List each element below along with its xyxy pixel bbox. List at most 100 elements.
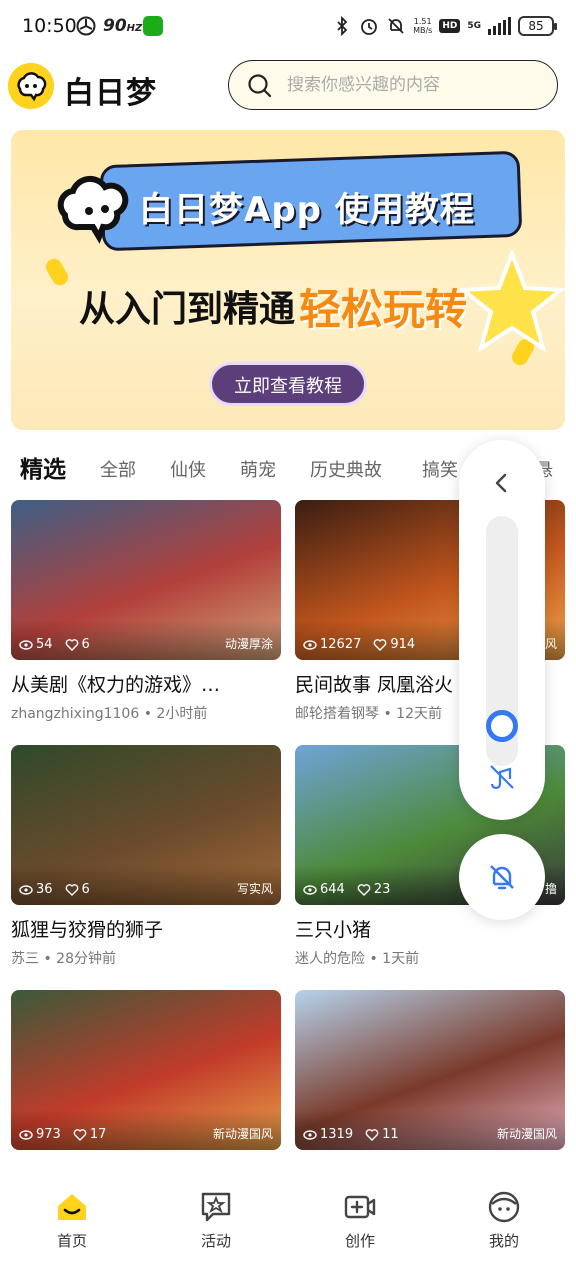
like-count: 6 [65,637,90,652]
net-speed-unit: MB/s [413,26,433,35]
like-count: 914 [373,637,415,652]
tab-pets[interactable]: 萌宠 [240,456,276,482]
card-title[interactable]: 狐狸与狡猾的狮子 [11,915,281,942]
fan-icon [76,16,96,36]
author-name[interactable]: 邮轮搭着钢琴 [295,706,379,722]
nav-activity[interactable]: 活动 [176,1190,256,1251]
style-tag: 新动漫国风 [212,1127,273,1141]
post-time: 12天前 [396,706,442,722]
refresh-rate-value: 90 [103,16,127,36]
net-speed: 1.51 MB/s [413,17,432,35]
post-time: 2小时前 [156,706,208,722]
story-card[interactable]: 54 6 动漫厚涂 从美剧《权力的游戏》… zhangzhixing1106 •… [11,500,281,723]
card-stats: 12627 914 [303,637,415,652]
view-count: 54 [19,637,53,652]
view-count: 1319 [303,1127,353,1142]
signal-icon [488,17,511,35]
view-tutorial-button[interactable]: 立即查看教程 [209,362,367,406]
search-bar[interactable] [228,60,558,110]
style-tag: 风 [544,637,557,651]
status-icons: 1.51 MB/s HD 5G 85 [332,14,557,38]
bluetooth-audio-off-icon[interactable] [487,762,517,792]
decor-dot [43,255,71,289]
banner-title: 白日梦App 使用教程 [139,190,475,230]
app-header: 白日梦 [0,56,576,116]
tab-xianxia[interactable]: 仙侠 [170,456,206,482]
banner-subtitle: 从入门到精通 [79,289,296,330]
promo-banner[interactable]: 白日梦App 使用教程 从入门到精通 轻松玩转 立即查看教程 [11,130,565,430]
app-name: 白日梦 [64,76,157,111]
like-count-value: 6 [81,882,90,897]
app-logo[interactable] [8,63,54,109]
story-card[interactable]: 1319 11 新动漫国风 [295,990,565,1150]
post-time: 1天前 [382,951,420,967]
heart-icon [65,638,78,651]
post-time: 28分钟前 [56,951,116,967]
tab-all[interactable]: 全部 [100,456,136,482]
view-count-value: 54 [36,637,53,652]
like-count: 6 [65,882,90,897]
nav-create-label: 创作 [344,1232,375,1250]
status-bar: 10:50 90HZ 1.51 MB/s HD 5G 85 [0,0,576,54]
author-name[interactable]: 苏三 [11,951,39,967]
card-thumbnail[interactable]: 1319 11 新动漫国风 [295,990,565,1150]
alarm-icon [361,19,377,35]
heart-icon [357,883,371,896]
tab-funny[interactable]: 搞笑 [422,456,458,482]
chevron-left-icon[interactable] [489,470,515,496]
eye-icon [19,1129,33,1140]
heart-icon [65,883,78,896]
view-count-value: 12627 [320,637,362,652]
card-thumbnail[interactable]: 54 6 动漫厚涂 [11,500,281,660]
nav-home[interactable]: 首页 [32,1190,112,1251]
home-icon [58,1194,86,1220]
style-tag: 动漫厚涂 [224,637,273,651]
eye-icon [19,884,33,895]
search-icon [248,74,272,98]
battery-icon: 85 [518,16,557,36]
bluetooth-icon [337,16,348,36]
volume-slider-handle[interactable] [486,710,518,742]
activity-icon [201,1192,231,1222]
star-icon [457,248,565,353]
net-speed-value: 1.51 [413,17,432,26]
card-meta: 迷人的危险 • 1天前 [295,951,420,967]
eye-icon [19,639,33,650]
view-count: 644 [303,882,345,897]
ringer-toggle-button[interactable] [459,834,545,920]
view-count: 36 [19,882,53,897]
like-count-value: 6 [81,637,90,652]
nav-create[interactable]: 创作 [320,1190,400,1251]
status-time: 10:50 [22,15,77,37]
view-count-value: 1319 [320,1127,354,1142]
card-meta: zhangzhixing1106 • 2小时前 [11,706,208,722]
like-count: 17 [73,1127,106,1142]
view-count-value: 644 [320,882,345,897]
like-count-value: 11 [382,1127,399,1142]
nav-profile[interactable]: 我的 [464,1190,544,1251]
author-name[interactable]: 迷人的危险 [295,951,365,967]
network-type: 5G [467,21,481,31]
heart-icon [73,1128,87,1141]
search-input[interactable] [287,61,547,108]
banner-subtitle-highlight: 轻松玩转 [299,285,468,334]
card-title[interactable]: 从美剧《权力的游戏》… [11,670,281,697]
nav-home-label: 首页 [56,1232,87,1250]
card-title[interactable]: 三只小猪 [295,915,565,942]
story-card[interactable]: 973 17 新动漫国风 [11,990,281,1150]
story-card[interactable]: 36 6 写实风 狐狸与狡猾的狮子 苏三 • 28分钟前 [11,745,281,968]
card-stats: 644 23 [303,882,390,897]
card-thumbnail[interactable]: 36 6 写实风 [11,745,281,905]
heart-icon [365,1128,379,1141]
bottom-nav: 首页 活动 创作 我的 [0,1176,576,1280]
heart-icon [374,638,387,651]
author-name[interactable]: zhangzhixing1106 [11,706,139,722]
style-tag: 新动漫国风 [496,1127,557,1141]
card-thumbnail[interactable]: 973 17 新动漫国风 [11,990,281,1150]
create-icon [344,1195,376,1219]
tab-featured[interactable]: 精选 [20,450,66,484]
card-stats: 36 6 [19,882,90,897]
card-meta: 苏三 • 28分钟前 [11,951,116,967]
tab-history[interactable]: 历史典故 [310,456,382,482]
view-count-value: 36 [36,882,53,897]
